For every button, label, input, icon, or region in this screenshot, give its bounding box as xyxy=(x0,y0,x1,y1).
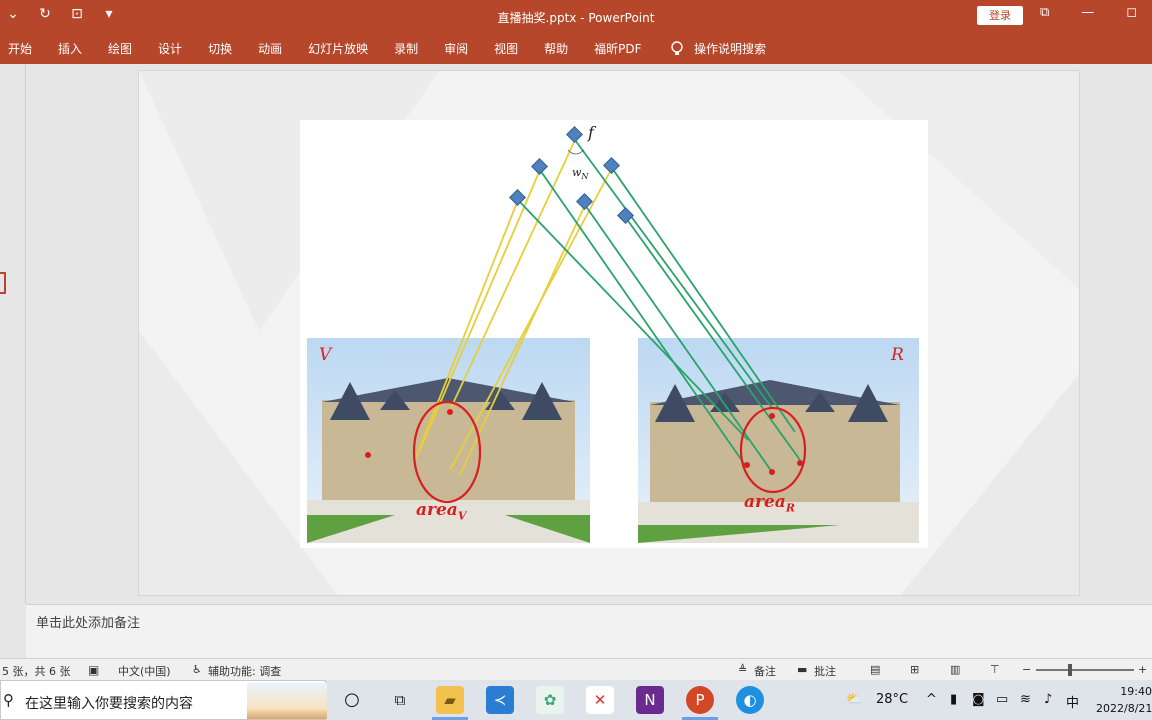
normal-view-icon[interactable]: ▤ xyxy=(870,663,880,676)
tell-me-label: 操作说明搜索 xyxy=(694,42,767,56)
tab-insert[interactable]: 插入 xyxy=(58,40,82,57)
comment-icon[interactable]: ▬ xyxy=(797,663,807,676)
tab-transitions[interactable]: 切换 xyxy=(208,40,232,57)
search-icon: ⚲ xyxy=(3,691,14,709)
window-controls: ⧉ — ◻ xyxy=(1040,5,1137,20)
tab-design[interactable]: 设计 xyxy=(158,40,182,57)
right-area-label: areaR xyxy=(744,492,795,514)
vscode-icon[interactable]: ≺ xyxy=(486,686,514,714)
minimize-icon[interactable]: — xyxy=(1081,5,1094,20)
diagram-svg xyxy=(307,126,919,543)
browser-icon[interactable]: ◐ xyxy=(736,686,764,714)
clock-time: 19:40 xyxy=(1120,685,1152,698)
left-area-sub: V xyxy=(457,509,467,523)
accessibility-status[interactable]: 辅助功能: 调查 xyxy=(208,663,281,679)
zoom-slider-track[interactable] xyxy=(1036,669,1134,671)
tray-expand-icon[interactable]: ^ xyxy=(926,692,937,707)
reading-view-icon[interactable]: ▥ xyxy=(950,663,960,676)
tab-review[interactable]: 审阅 xyxy=(444,40,468,57)
title-bar: ⌄ ↻ ⊡ ▾ 直播抽奖.pptx - PowerPoint 登录 ⧉ — ◻ xyxy=(0,0,1152,34)
restore-icon[interactable]: ◻ xyxy=(1126,5,1137,20)
slide-sorter-icon[interactable]: ⊞ xyxy=(910,663,919,676)
tab-draw[interactable]: 绘图 xyxy=(108,40,132,57)
security-icon[interactable]: ◙ xyxy=(972,692,985,707)
notes-button[interactable]: 备注 xyxy=(754,663,776,679)
taskbar-search[interactable]: ⚲ 在这里输入你要搜索的内容 xyxy=(0,680,327,720)
comments-button[interactable]: 批注 xyxy=(814,663,836,679)
tab-slideshow[interactable]: 幻灯片放映 xyxy=(308,40,368,57)
language-indicator[interactable]: 中文(中国) xyxy=(118,663,171,679)
slide-thumbnail-pane[interactable] xyxy=(0,64,26,604)
tab-home[interactable]: 开始 xyxy=(8,40,32,57)
mic-icon[interactable]: ▮ xyxy=(950,692,957,707)
tab-animations[interactable]: 动画 xyxy=(258,40,282,57)
v-label: V xyxy=(319,345,332,365)
right-area-sub: R xyxy=(785,501,795,515)
ribbon-display-icon[interactable]: ⧉ xyxy=(1040,5,1049,20)
slideshow-view-icon[interactable]: ⊤ xyxy=(990,663,1000,676)
clock[interactable]: 19:40 2022/8/21 xyxy=(1096,683,1152,717)
clock-date: 2022/8/21 xyxy=(1096,702,1152,715)
tab-record[interactable]: 录制 xyxy=(394,40,418,57)
tab-foxit-pdf[interactable]: 福昕PDF xyxy=(594,40,641,57)
tell-me-search[interactable]: 操作说明搜索 xyxy=(670,40,766,57)
search-highlight-image xyxy=(247,683,327,719)
ribbon: 开始 插入 绘图 设计 切换 动画 幻灯片放映 录制 审阅 视图 帮助 福昕PD… xyxy=(0,34,1152,64)
left-area-main: area xyxy=(416,500,458,520)
xmind-icon[interactable]: ✕ xyxy=(586,686,614,714)
notes-pane[interactable]: 单击此处添加备注 xyxy=(26,604,1152,658)
slide-count: 5 张，共 6 张 xyxy=(2,665,71,678)
volume-icon[interactable]: ♪ xyxy=(1044,692,1052,707)
status-bar: 5 张，共 6 张 ▣ 中文(中国) ♿ 辅助功能: 调查 ≜ 备注 ▬ 批注 … xyxy=(0,658,1152,680)
file-explorer-icon[interactable]: ▰ xyxy=(436,686,464,714)
zoom-out-button[interactable]: − xyxy=(1022,663,1031,676)
search-input[interactable]: 在这里输入你要搜索的内容 xyxy=(25,693,193,713)
left-area-label: areaV xyxy=(416,500,466,522)
ime-indicator[interactable]: 中 xyxy=(1066,692,1079,711)
right-area-main: area xyxy=(744,492,786,512)
weight-main: w xyxy=(572,166,582,179)
notes-toggle-icon[interactable]: ≜ xyxy=(738,663,747,676)
onenote-icon[interactable]: N xyxy=(636,686,664,714)
ribbon-tabs: 开始 插入 绘图 设计 切换 动画 幻灯片放映 录制 审阅 视图 帮助 福昕PD… xyxy=(8,40,668,57)
accessibility-icon[interactable]: ♿ xyxy=(192,663,202,676)
task-view-icon[interactable]: ⧉ xyxy=(386,686,414,714)
app-icon[interactable]: ✿ xyxy=(536,686,564,714)
spellcheck-icon[interactable]: ▣ xyxy=(88,663,99,677)
login-button[interactable]: 登录 xyxy=(977,6,1023,25)
tab-help[interactable]: 帮助 xyxy=(544,40,568,57)
lightbulb-icon xyxy=(671,40,683,55)
cortana-icon[interactable]: ○ xyxy=(338,686,366,714)
f-label: f xyxy=(588,123,594,142)
battery-icon[interactable]: ▭ xyxy=(996,692,1008,707)
r-label: R xyxy=(891,345,904,365)
weather-temp[interactable]: 28°C xyxy=(876,692,908,707)
tab-view[interactable]: 视图 xyxy=(494,40,518,57)
feature-diagram[interactable]: f wN V R areaV areaR xyxy=(300,120,928,548)
windows-taskbar: ⚲ 在这里输入你要搜索的内容 ○ ⧉ ▰ ≺ ✿ ✕ N P ◐ ⛅ 28°C … xyxy=(0,680,1152,720)
selected-thumbnail[interactable] xyxy=(0,272,6,294)
notes-placeholder[interactable]: 单击此处添加备注 xyxy=(36,612,140,631)
powerpoint-icon[interactable]: P xyxy=(686,686,714,714)
wifi-icon[interactable]: ≋ xyxy=(1020,692,1031,707)
weight-label: wN xyxy=(572,166,588,181)
weight-sub: N xyxy=(581,172,589,182)
zoom-in-button[interactable]: + xyxy=(1138,663,1147,676)
weather-icon[interactable]: ⛅ xyxy=(846,692,862,707)
zoom-slider-thumb[interactable] xyxy=(1068,664,1072,676)
